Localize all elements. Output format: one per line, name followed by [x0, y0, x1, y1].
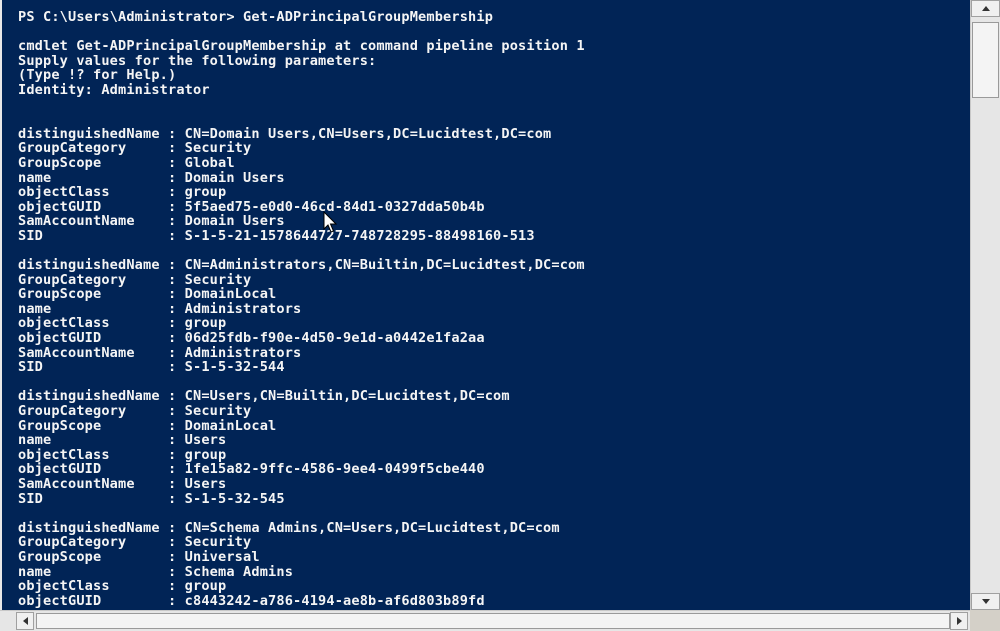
console-line: distinguishedName : CN=Schema Admins,CN=…	[18, 519, 560, 536]
console-line: GroupCategory : Security	[18, 534, 252, 551]
console-output: PS C:\Users\Administrator> Get-ADPrincip…	[18, 10, 585, 608]
console-line: GroupScope : DomainLocal	[18, 417, 277, 434]
triangle-right-icon	[956, 617, 962, 625]
console-line: objectGUID : 06d25fdb-f90e-4d50-9e1d-a04…	[18, 330, 485, 347]
console-line: objectGUID : c8443242-a786-4194-ae8b-af6…	[18, 592, 485, 609]
console-line: distinguishedName : CN=Users,CN=Builtin,…	[18, 388, 510, 405]
scrollbar-corner	[970, 610, 1000, 631]
horizontal-scroll-thumb[interactable]	[36, 613, 950, 629]
console-line: objectGUID : 1fe15a82-9ffc-4586-9ee4-049…	[18, 461, 485, 478]
console-line: SamAccountName : Domain Users	[18, 213, 285, 230]
console-line: distinguishedName : CN=Domain Users,CN=U…	[18, 125, 552, 142]
triangle-left-icon	[22, 617, 28, 625]
mouse-pointer-icon	[323, 211, 337, 233]
console-line: SamAccountName : Users	[18, 476, 227, 492]
console-line: objectClass : group	[18, 578, 227, 595]
scroll-left-button[interactable]	[16, 612, 34, 630]
scroll-right-button[interactable]	[950, 612, 968, 630]
horizontal-scrollbar[interactable]	[0, 610, 970, 631]
console-line: GroupScope : Global	[18, 154, 235, 171]
console-line: GroupCategory : Security	[18, 403, 252, 420]
console-line: cmdlet Get-ADPrincipalGroupMembership at…	[18, 38, 585, 55]
console-line: SID : S-1-5-32-545	[18, 490, 285, 507]
console-line: name : Users	[18, 432, 227, 449]
console-line: objectClass : group	[18, 315, 227, 332]
console-line: PS C:\Users\Administrator> Get-ADPrincip…	[18, 9, 494, 25]
scroll-down-button[interactable]	[971, 593, 1000, 610]
console-line: name : Domain Users	[18, 169, 285, 186]
console-line: Identity: Administrator	[18, 81, 210, 98]
console-line: SID : S-1-5-21-1578644727-748728295-8849…	[18, 227, 535, 244]
console-line: Supply values for the following paramete…	[18, 52, 377, 69]
console-line: objectClass : group	[18, 184, 227, 201]
vertical-scroll-thumb[interactable]	[972, 22, 999, 98]
triangle-up-icon	[981, 6, 990, 11]
console-line: name : Administrators	[18, 300, 302, 317]
powershell-console[interactable]: PS C:\Users\Administrator> Get-ADPrincip…	[0, 0, 970, 610]
console-line: SID : S-1-5-32-544	[18, 359, 285, 376]
scroll-up-button[interactable]	[971, 0, 1000, 17]
console-line: SamAccountName : Administrators	[18, 344, 302, 361]
console-line: distinguishedName : CN=Administrators,CN…	[18, 257, 585, 274]
console-line: GroupScope : Universal	[18, 548, 260, 565]
triangle-down-icon	[981, 599, 990, 604]
console-line: objectGUID : 5f5aed75-e0d0-46cd-84d1-032…	[18, 198, 485, 215]
vertical-scrollbar[interactable]	[970, 0, 1000, 610]
console-line: GroupCategory : Security	[18, 271, 252, 288]
console-line: objectClass : group	[18, 446, 227, 463]
console-line: (Type !? for Help.)	[18, 67, 177, 84]
console-line: GroupCategory : Security	[18, 140, 252, 157]
console-line: name : Schema Admins	[18, 563, 294, 580]
console-line: GroupScope : DomainLocal	[18, 286, 277, 303]
